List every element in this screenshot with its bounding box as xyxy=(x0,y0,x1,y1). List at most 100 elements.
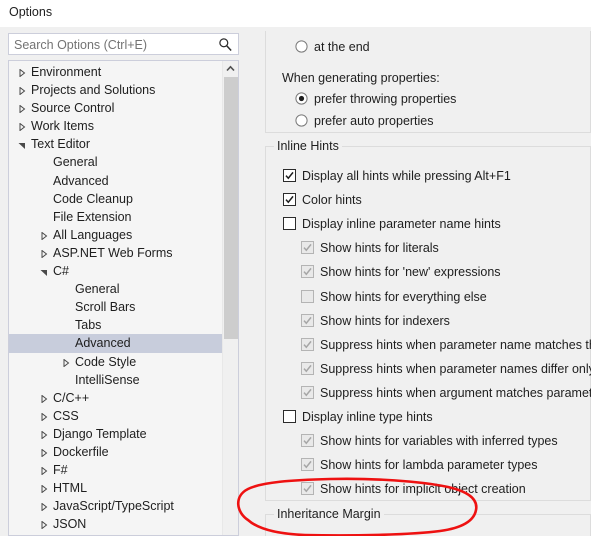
twisty-collapsed-icon[interactable] xyxy=(37,407,51,425)
checkbox-icon xyxy=(301,337,314,351)
twisty-collapsed-icon[interactable] xyxy=(37,443,51,461)
twisty-collapsed-icon[interactable] xyxy=(37,244,51,262)
checkbox-label: Suppress hints when argument matches par… xyxy=(320,385,591,400)
dialog-titlebar: Options xyxy=(0,0,591,27)
options-content-panel: at the end When generating properties: pre… xyxy=(265,31,591,536)
tree-item-label: General xyxy=(53,155,98,170)
tree-item-dockerfile[interactable]: Dockerfile xyxy=(9,443,222,461)
twisty-collapsed-icon[interactable] xyxy=(15,81,29,99)
checkbox-label: Show hints for lambda parameter types xyxy=(320,458,538,473)
tree-item-work-items[interactable]: Work Items xyxy=(9,117,222,135)
tree-item-label: IntelliSense xyxy=(75,372,140,387)
tree-item-label: HTML xyxy=(53,481,88,496)
twisty-collapsed-icon[interactable] xyxy=(37,515,51,533)
tree-item-advanced[interactable]: Advanced xyxy=(9,172,222,190)
tree-item-label: Code Style xyxy=(75,354,137,369)
options-tree-panel[interactable]: Environment Projects and Solutions Source … xyxy=(8,60,239,536)
tree-item-json[interactable]: JSON xyxy=(9,515,222,533)
inline-hints-title: Inline Hints xyxy=(274,139,342,153)
tree-item-f[interactable]: F# xyxy=(9,461,222,479)
checkbox-label: Display inline parameter name hints xyxy=(302,217,501,232)
checkbox-icon[interactable] xyxy=(283,410,296,423)
tree-item-label: Dockerfile xyxy=(53,444,109,459)
checkbox-label: Show hints for indexers xyxy=(320,313,450,328)
twisty-collapsed-icon[interactable] xyxy=(37,425,51,443)
checkbox-label: Show hints for implicit object creation xyxy=(320,482,526,497)
checkbox-icon[interactable] xyxy=(283,193,296,207)
tree-item-code-cleanup[interactable]: Code Cleanup xyxy=(9,190,222,208)
checkbox-label: Suppress hints when parameter names diff… xyxy=(320,361,591,376)
tree-item-advanced[interactable]: Advanced xyxy=(9,334,222,353)
tree-item-all-languages[interactable]: All Languages xyxy=(9,226,222,244)
checkbox-label: Show hints for 'new' expressions xyxy=(320,265,501,280)
checkbox-label: Show hints for variables with inferred t… xyxy=(320,434,558,449)
checkbox-label: Display all hints while pressing Alt+F1 xyxy=(302,169,511,183)
tree-item-tabs[interactable]: Tabs xyxy=(9,316,222,334)
tree-item-label: JavaScript/TypeScript xyxy=(53,499,174,514)
checkbox-icon xyxy=(301,434,314,448)
tree-item-django-template[interactable]: Django Template xyxy=(9,425,222,443)
tree-item-c-c[interactable]: C/C++ xyxy=(9,389,222,407)
tree-item-javascript-typescript[interactable]: JavaScript/TypeScript xyxy=(9,497,222,515)
tree-item-general[interactable]: General xyxy=(9,153,222,171)
twisty-collapsed-icon[interactable] xyxy=(59,353,73,371)
twisty-collapsed-icon[interactable] xyxy=(15,117,29,135)
checkbox-icon xyxy=(301,361,314,375)
radio-icon[interactable] xyxy=(295,92,308,105)
tree-item-label: ASP.NET Web Forms xyxy=(53,245,173,260)
tree-item-label: Django Template xyxy=(53,426,147,441)
tree-item-label: Advanced xyxy=(53,173,109,188)
options-tree[interactable]: Environment Projects and Solutions Source … xyxy=(9,63,222,533)
scrollbar-thumb[interactable] xyxy=(224,77,238,339)
search-icon[interactable] xyxy=(218,37,233,52)
chevron-up-icon[interactable] xyxy=(223,61,238,77)
tree-item-asp-net-web-forms[interactable]: ASP.NET Web Forms xyxy=(9,244,222,262)
radio-label: prefer throwing properties xyxy=(314,92,457,106)
twisty-collapsed-icon[interactable] xyxy=(37,461,51,479)
radio-icon[interactable] xyxy=(295,40,308,53)
radio-label: at the end xyxy=(314,40,370,54)
checkbox-icon xyxy=(301,241,314,255)
tree-item-label: Code Cleanup xyxy=(53,191,133,206)
tree-item-source-control[interactable]: Source Control xyxy=(9,99,222,117)
twisty-collapsed-icon[interactable] xyxy=(37,497,51,515)
twisty-collapsed-icon[interactable] xyxy=(37,479,51,497)
checkbox-icon[interactable] xyxy=(283,217,296,231)
twisty-collapsed-icon[interactable] xyxy=(37,226,51,244)
tree-item-file-extension[interactable]: File Extension xyxy=(9,208,222,226)
tree-item-css[interactable]: CSS xyxy=(9,407,222,425)
tree-item-c[interactable]: C# xyxy=(9,262,222,280)
radio-icon[interactable] xyxy=(295,114,308,127)
checkbox-icon[interactable] xyxy=(283,169,296,182)
twisty-expanded-icon[interactable] xyxy=(15,135,29,153)
inheritance-margin-groupbox: Inheritance Margin xyxy=(265,507,591,536)
search-input[interactable] xyxy=(14,36,209,53)
tree-item-label: Text Editor xyxy=(31,137,91,152)
tree-item-label: Environment xyxy=(31,65,102,79)
checkbox-label: Suppress hints when parameter name match… xyxy=(320,337,591,352)
tree-item-label: C# xyxy=(53,264,69,279)
tree-item-label: Tabs xyxy=(75,318,102,333)
tree-scrollbar[interactable] xyxy=(222,61,238,535)
tree-item-label: Projects and Solutions xyxy=(31,83,156,98)
tree-item-projects-and-solutions[interactable]: Projects and Solutions xyxy=(9,81,222,99)
twisty-expanded-icon[interactable] xyxy=(37,262,51,280)
tree-item-text-editor[interactable]: Text Editor xyxy=(9,135,222,153)
checkbox-label: Show hints for literals xyxy=(320,241,439,256)
search-options-box[interactable] xyxy=(8,33,239,55)
tree-item-label: General xyxy=(75,282,120,297)
checkbox-label: Color hints xyxy=(302,193,362,208)
tree-item-label: Scroll Bars xyxy=(75,300,136,315)
tree-item-environment[interactable]: Environment xyxy=(9,63,222,81)
tree-item-code-style[interactable]: Code Style xyxy=(9,353,222,371)
twisty-collapsed-icon[interactable] xyxy=(15,99,29,117)
twisty-collapsed-icon[interactable] xyxy=(15,63,29,81)
twisty-collapsed-icon[interactable] xyxy=(37,389,51,407)
tree-item-label: Advanced xyxy=(75,336,131,351)
tree-item-label: File Extension xyxy=(53,209,132,224)
tree-item-html[interactable]: HTML xyxy=(9,479,222,497)
checkbox-icon xyxy=(301,289,314,303)
tree-item-scroll-bars[interactable]: Scroll Bars xyxy=(9,298,222,316)
tree-item-general[interactable]: General xyxy=(9,280,222,298)
tree-item-intellisense[interactable]: IntelliSense xyxy=(9,371,222,389)
